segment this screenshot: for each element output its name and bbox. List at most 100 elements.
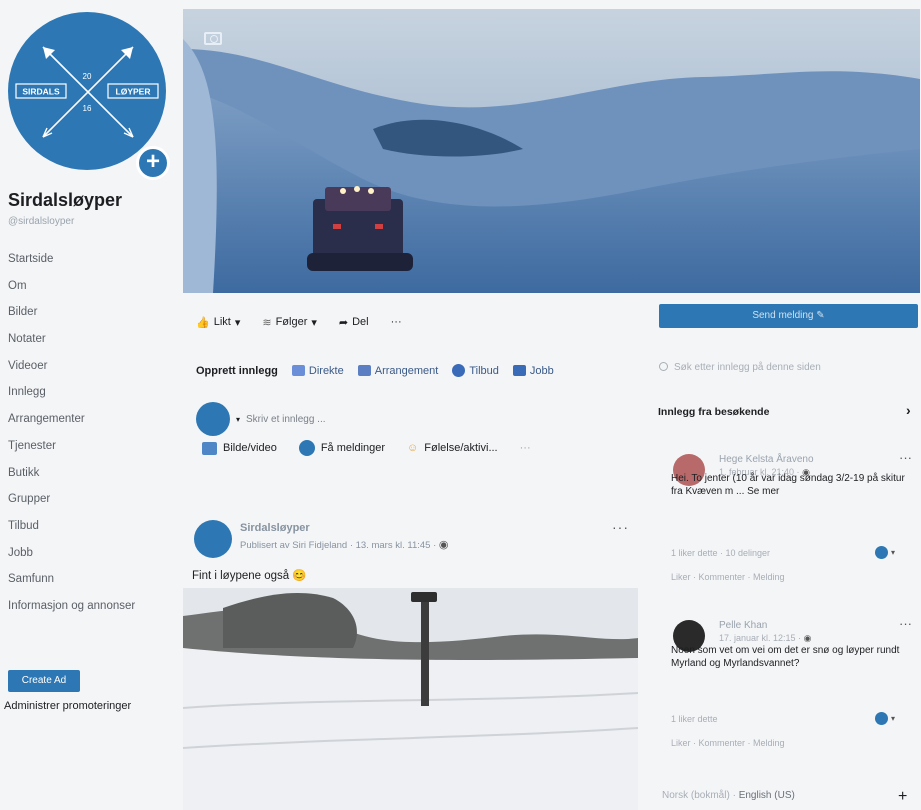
post-snow-photo [183, 588, 638, 810]
post-options-button[interactable]: ··· [612, 519, 629, 535]
composer-actions: Bilde/video Få meldinger ☺ Følelse/aktiv… [202, 440, 531, 456]
profile-picture-container[interactable]: SIRDALS LØYPER 20 16 + [8, 12, 170, 180]
create-option-event-label: Arrangement [374, 364, 439, 377]
language-selector: Norsk (bokmål) · English (US) [662, 790, 795, 801]
post-composer[interactable]: ▾ Skriv et innlegg ... [196, 402, 326, 436]
page-handle[interactable]: @sirdalsloyper [8, 216, 74, 227]
nav-item-innlegg[interactable]: Innlegg [8, 379, 178, 406]
page-navigation: Startside Om Bilder Notater Videoer Innl… [8, 246, 178, 620]
post-author[interactable]: Sirdalsløyper [240, 522, 448, 534]
left-sidebar: SIRDALS LØYPER 20 16 + Sirdalsløyper @si… [0, 0, 180, 810]
logo-text-left: SIRDALS [22, 87, 60, 97]
create-option-live[interactable]: Direkte [291, 364, 344, 377]
send-message-button[interactable]: Send melding ✎ [659, 304, 918, 328]
chevron-right-icon[interactable]: › [906, 402, 911, 418]
share-label: Del [352, 316, 369, 328]
search-placeholder: Søk etter innlegg på denne siden [674, 362, 821, 373]
visitor-post: Hege Kelsta Åraveno 1. februar kl. 21:40… [659, 450, 917, 584]
create-option-live-label: Direkte [308, 364, 344, 377]
share-button[interactable]: ➦ Del [339, 316, 369, 329]
reaction-avatar[interactable] [875, 712, 888, 725]
visitor-post-author[interactable]: Hege Kelsta Åraveno [719, 454, 814, 465]
logo-num-bottom: 16 [83, 104, 92, 113]
smiley-icon: ☺ [407, 442, 419, 454]
logo-num-top: 20 [83, 72, 92, 81]
get-messages-label: Få meldinger [320, 442, 386, 454]
nav-item-videoer[interactable]: Videoer [8, 353, 178, 380]
create-option-job-label: Jobb [529, 364, 554, 377]
post-options-button[interactable]: ··· [899, 616, 912, 631]
page-post-search[interactable]: Søk etter innlegg på denne siden [659, 362, 821, 373]
nav-item-tilbud[interactable]: Tilbud [8, 513, 178, 540]
more-icon: ··· [519, 442, 531, 454]
visitor-post-text: Noen som vet om vei om det er snø og løy… [671, 645, 900, 669]
photo-video-button[interactable]: Bilde/video [202, 441, 277, 455]
caret-down-icon[interactable]: ▾ [236, 415, 240, 424]
nav-item-samfunn[interactable]: Samfunn [8, 566, 178, 593]
nav-item-jobb[interactable]: Jobb [8, 540, 178, 567]
caret-down-icon[interactable]: ▾ [891, 714, 895, 723]
post-options-button[interactable]: ··· [899, 450, 912, 465]
more-actions-button[interactable]: ··· [391, 316, 402, 328]
post-text: Fint i løypene også 😊 [192, 570, 307, 582]
photo-video-label: Bilde/video [223, 442, 277, 454]
get-messages-button[interactable]: Få meldinger [298, 440, 386, 456]
facebook-page: SIRDALS LØYPER 20 16 + Sirdalsløyper @si… [0, 0, 921, 810]
like-button[interactable]: 👍 Likt ▾ [196, 316, 240, 329]
create-post-title: Opprett innlegg [196, 364, 278, 377]
profile-picture[interactable]: SIRDALS LØYPER 20 16 [8, 12, 166, 170]
nav-item-grupper[interactable]: Grupper [8, 486, 178, 513]
share-arrow-icon: ➦ [338, 316, 349, 329]
thumbs-up-icon: 👍 [196, 316, 210, 329]
nav-item-informasjon-og-annonser[interactable]: Informasjon og annonser [8, 593, 178, 620]
avatar [196, 402, 230, 436]
visitor-post-time: 17. januar kl. 12:15 · ◉ [719, 633, 811, 644]
create-option-offer[interactable]: Tilbud [452, 364, 499, 377]
calendar-icon [357, 365, 371, 376]
follow-label: Følger [275, 316, 308, 328]
follow-button[interactable]: ≋ Følger ▾ [262, 316, 317, 329]
caret-down-icon[interactable]: ▾ [891, 548, 895, 557]
add-language-plus-icon[interactable]: + [898, 788, 907, 806]
nav-item-notater[interactable]: Notater [8, 326, 178, 353]
nav-item-bilder[interactable]: Bilder [8, 299, 178, 326]
visitor-post-stats[interactable]: 1 liker dette · 10 delinger [671, 548, 770, 558]
rss-icon: ≋ [262, 316, 272, 329]
visitor-post-actions[interactable]: Liker · Kommenter · Melding [671, 572, 785, 582]
create-option-job[interactable]: Jobb [512, 364, 554, 377]
globe-icon: ◉ [438, 539, 449, 551]
admin-promotions-link[interactable]: Administrer promoteringer [4, 700, 131, 712]
nav-item-butikk[interactable]: Butikk [8, 460, 178, 487]
more-composer-actions[interactable]: ··· [520, 442, 531, 454]
post-header: Sirdalsløyper Publisert av Siri Fidjelan… [194, 520, 448, 558]
create-ad-button[interactable]: Create Ad [8, 670, 80, 692]
page-title: Sirdalsløyper [8, 190, 123, 210]
live-video-icon [291, 365, 305, 376]
language-current[interactable]: Norsk (bokmål) · [662, 790, 736, 801]
feeling-activity-button[interactable]: ☺ Følelse/aktivi... [407, 442, 498, 454]
create-option-offer-label: Tilbud [469, 364, 499, 377]
create-post-header: Opprett innlegg Direkte Arrangement Tilb… [196, 364, 554, 377]
post-photo[interactable] [183, 588, 638, 810]
cover-photo[interactable] [183, 9, 920, 293]
nav-item-arrangementer[interactable]: Arrangementer [8, 406, 178, 433]
like-label: Likt [213, 316, 231, 328]
reaction-avatar[interactable] [875, 546, 888, 559]
visitor-post-author[interactable]: Pelle Khan [719, 620, 767, 631]
create-option-event[interactable]: Arrangement [357, 364, 439, 377]
composer-placeholder[interactable]: Skriv et innlegg ... [246, 414, 325, 425]
nav-item-om[interactable]: Om [8, 273, 178, 300]
visitor-post-time-text: 17. januar kl. 12:15 · [719, 633, 802, 643]
language-option-english[interactable]: English (US) [739, 790, 795, 801]
camera-icon[interactable] [204, 32, 222, 45]
briefcase-icon [512, 365, 526, 376]
visitor-post-stats[interactable]: 1 liker dette [671, 714, 718, 724]
caret-down-icon: ▾ [311, 316, 317, 329]
nav-item-tjenester[interactable]: Tjenester [8, 433, 178, 460]
pencil-icon: ✎ [816, 310, 825, 321]
avatar[interactable] [194, 520, 232, 558]
visitor-post-actions[interactable]: Liker · Kommenter · Melding [671, 738, 785, 748]
add-photo-plus-icon[interactable]: + [136, 146, 170, 180]
nav-item-startside[interactable]: Startside [8, 246, 178, 273]
post-meta-text: Publisert av Siri Fidjeland · 13. mars k… [240, 540, 437, 551]
